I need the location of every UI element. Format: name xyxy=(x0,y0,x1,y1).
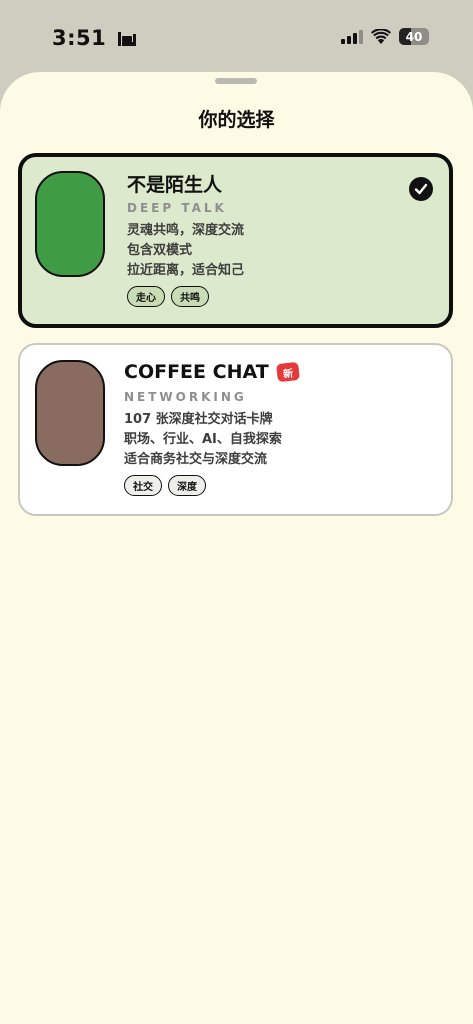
status-time: 3:51 xyxy=(52,26,137,50)
deck-description-line: 拉近距离，适合知己 xyxy=(127,263,245,278)
deck-description-line: 职场、行业、AI、自我探索 xyxy=(124,432,282,447)
deck-tag: 走心 xyxy=(127,286,165,307)
deck-description-line: 灵魂共鸣，深度交流 xyxy=(127,223,245,238)
deck-description: 灵魂共鸣，深度交流 包含双模式 拉近距离，适合知己 xyxy=(127,221,439,281)
status-time-text: 3:51 xyxy=(52,26,107,50)
status-bar: 3:51 40 xyxy=(0,0,473,72)
deck-tags: 社交 深度 xyxy=(124,475,441,496)
deck-description-line: 107 张深度社交对话卡牌 xyxy=(124,412,273,427)
deck-subtitle: DEEP TALK xyxy=(127,201,227,215)
cellular-signal-icon xyxy=(341,29,363,44)
deck-option-deep-talk[interactable]: 不是陌生人 DEEP TALK 灵魂共鸣，深度交流 包含双模式 拉近距离，适合知… xyxy=(18,153,453,328)
deck-title-text: 不是陌生人 xyxy=(127,173,223,196)
deck-description: 107 张深度社交对话卡牌 职场、行业、AI、自我探索 适合商务社交与深度交流 xyxy=(124,410,441,470)
status-icons: 40 xyxy=(341,28,429,45)
deck-title-text: COFFEE CHAT xyxy=(124,361,269,383)
deck-description-line: 包含双模式 xyxy=(127,243,193,258)
deck-subtitle: NETWORKING xyxy=(124,390,247,404)
deck-cover-image xyxy=(35,360,105,466)
sheet-grabber[interactable] xyxy=(215,78,257,84)
selection-sheet: 你的选择 不是陌生人 DEEP TALK 灵魂共鸣，深度交流 包含双模式 拉近距… xyxy=(0,72,473,1024)
deck-title: 不是陌生人 xyxy=(127,170,439,196)
deck-tags: 走心 共鸣 xyxy=(127,286,439,307)
deck-tag: 深度 xyxy=(168,475,206,496)
deck-option-body: COFFEE CHAT 新 NETWORKING 107 张深度社交对话卡牌 职… xyxy=(124,359,441,496)
wifi-icon xyxy=(371,29,391,44)
deck-cover-image xyxy=(35,171,105,277)
deck-tag: 共鸣 xyxy=(171,286,209,307)
new-badge: 新 xyxy=(275,361,300,383)
battery-level: 40 xyxy=(405,29,423,44)
deck-option-body: 不是陌生人 DEEP TALK 灵魂共鸣，深度交流 包含双模式 拉近距离，适合知… xyxy=(127,170,439,307)
sleep-focus-icon xyxy=(118,32,137,46)
deck-description-line: 适合商务社交与深度交流 xyxy=(124,452,268,467)
deck-option-coffee-chat[interactable]: COFFEE CHAT 新 NETWORKING 107 张深度社交对话卡牌 职… xyxy=(18,343,453,516)
battery-icon: 40 xyxy=(399,28,429,45)
selected-check-icon xyxy=(409,177,433,201)
deck-title: COFFEE CHAT 新 xyxy=(124,359,441,385)
deck-tag: 社交 xyxy=(124,475,162,496)
sheet-title: 你的选择 xyxy=(198,109,275,131)
